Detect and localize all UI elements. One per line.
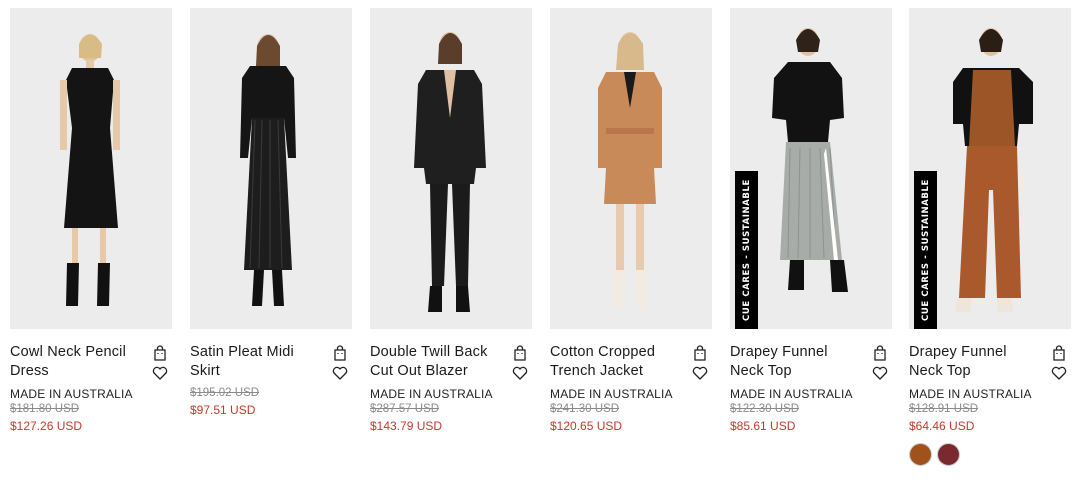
product-info: Satin Pleat Midi Skirt $195.02 USD $97.5… [190,329,352,417]
product-name[interactable]: Cotton Cropped Trench Jacket [550,343,675,381]
original-price: $241.30 USD [550,403,620,415]
original-price: $128.91 USD [909,403,979,415]
sale-price: $97.51 USD [190,403,256,417]
made-in-label: MADE IN AUSTRALIA [10,387,133,401]
sale-price: $64.46 USD [909,419,975,433]
sustainability-badge: CUE CARES - SUSTAINABLE [914,171,937,329]
shopping-bag-icon[interactable] [872,345,888,361]
original-price: $287.57 USD [370,403,440,415]
sale-price: $120.65 USD [550,419,623,433]
made-in-label: MADE IN AUSTRALIA [730,387,853,401]
sustainability-badge: CUE CARES - SUSTAINABLE [735,171,758,329]
heart-icon[interactable] [692,365,708,381]
product-name[interactable]: Double Twill Back Cut Out Blazer [370,343,495,381]
sale-price: $85.61 USD [730,419,796,433]
product-image[interactable] [550,8,712,329]
product-image[interactable] [370,8,532,329]
product-actions [152,345,168,385]
product-image[interactable]: CUE CARES - SUSTAINABLE [730,8,892,329]
shopping-bag-icon[interactable] [152,345,168,361]
product-name[interactable]: Satin Pleat Midi Skirt [190,343,315,381]
made-in-label: MADE IN AUSTRALIA [370,387,493,401]
product-name[interactable]: Drapey Funnel Neck Top [730,343,855,381]
product-card[interactable]: Double Twill Back Cut Out Blazer MADE IN… [370,8,532,433]
product-name[interactable]: Drapey Funnel Neck Top [909,343,1034,381]
product-actions [332,345,348,385]
heart-icon[interactable] [152,365,168,381]
heart-icon[interactable] [872,365,888,381]
product-card[interactable]: CUE CARES - SUSTAINABLE Drapey Funnel Ne… [909,8,1071,466]
product-card[interactable]: Cowl Neck Pencil Dress MADE IN AUSTRALIA… [10,8,172,433]
original-price: $181.80 USD [10,403,80,415]
heart-icon[interactable] [512,365,528,381]
product-actions [872,345,888,385]
product-actions [692,345,708,385]
shopping-bag-icon[interactable] [1051,345,1067,361]
product-card[interactable]: Satin Pleat Midi Skirt $195.02 USD $97.5… [190,8,352,417]
product-grid: Cowl Neck Pencil Dress MADE IN AUSTRALIA… [0,0,1080,496]
product-info: Cotton Cropped Trench Jacket MADE IN AUS… [550,329,712,433]
product-info: Double Twill Back Cut Out Blazer MADE IN… [370,329,532,433]
made-in-label: MADE IN AUSTRALIA [909,387,1032,401]
product-info: Drapey Funnel Neck Top MADE IN AUSTRALIA… [730,329,892,433]
heart-icon[interactable] [1051,365,1067,381]
original-price: $195.02 USD [190,387,260,399]
product-info: Drapey Funnel Neck Top MADE IN AUSTRALIA… [909,329,1071,466]
color-swatches [909,443,1071,466]
product-actions [1051,345,1067,385]
product-card[interactable]: CUE CARES - SUSTAINABLE Drapey Funnel Ne… [730,8,892,433]
product-image[interactable]: CUE CARES - SUSTAINABLE [909,8,1071,329]
product-actions [512,345,528,385]
color-swatch-burgundy[interactable] [937,443,960,466]
product-info: Cowl Neck Pencil Dress MADE IN AUSTRALIA… [10,329,172,433]
heart-icon[interactable] [332,365,348,381]
shopping-bag-icon[interactable] [692,345,708,361]
product-name[interactable]: Cowl Neck Pencil Dress [10,343,135,381]
sale-price: $143.79 USD [370,419,443,433]
shopping-bag-icon[interactable] [332,345,348,361]
color-swatch-rust[interactable] [909,443,932,466]
shopping-bag-icon[interactable] [512,345,528,361]
product-card[interactable]: Cotton Cropped Trench Jacket MADE IN AUS… [550,8,712,433]
product-image[interactable] [10,8,172,329]
made-in-label: MADE IN AUSTRALIA [550,387,673,401]
original-price: $122.30 USD [730,403,800,415]
product-image[interactable] [190,8,352,329]
sale-price: $127.26 USD [10,419,83,433]
